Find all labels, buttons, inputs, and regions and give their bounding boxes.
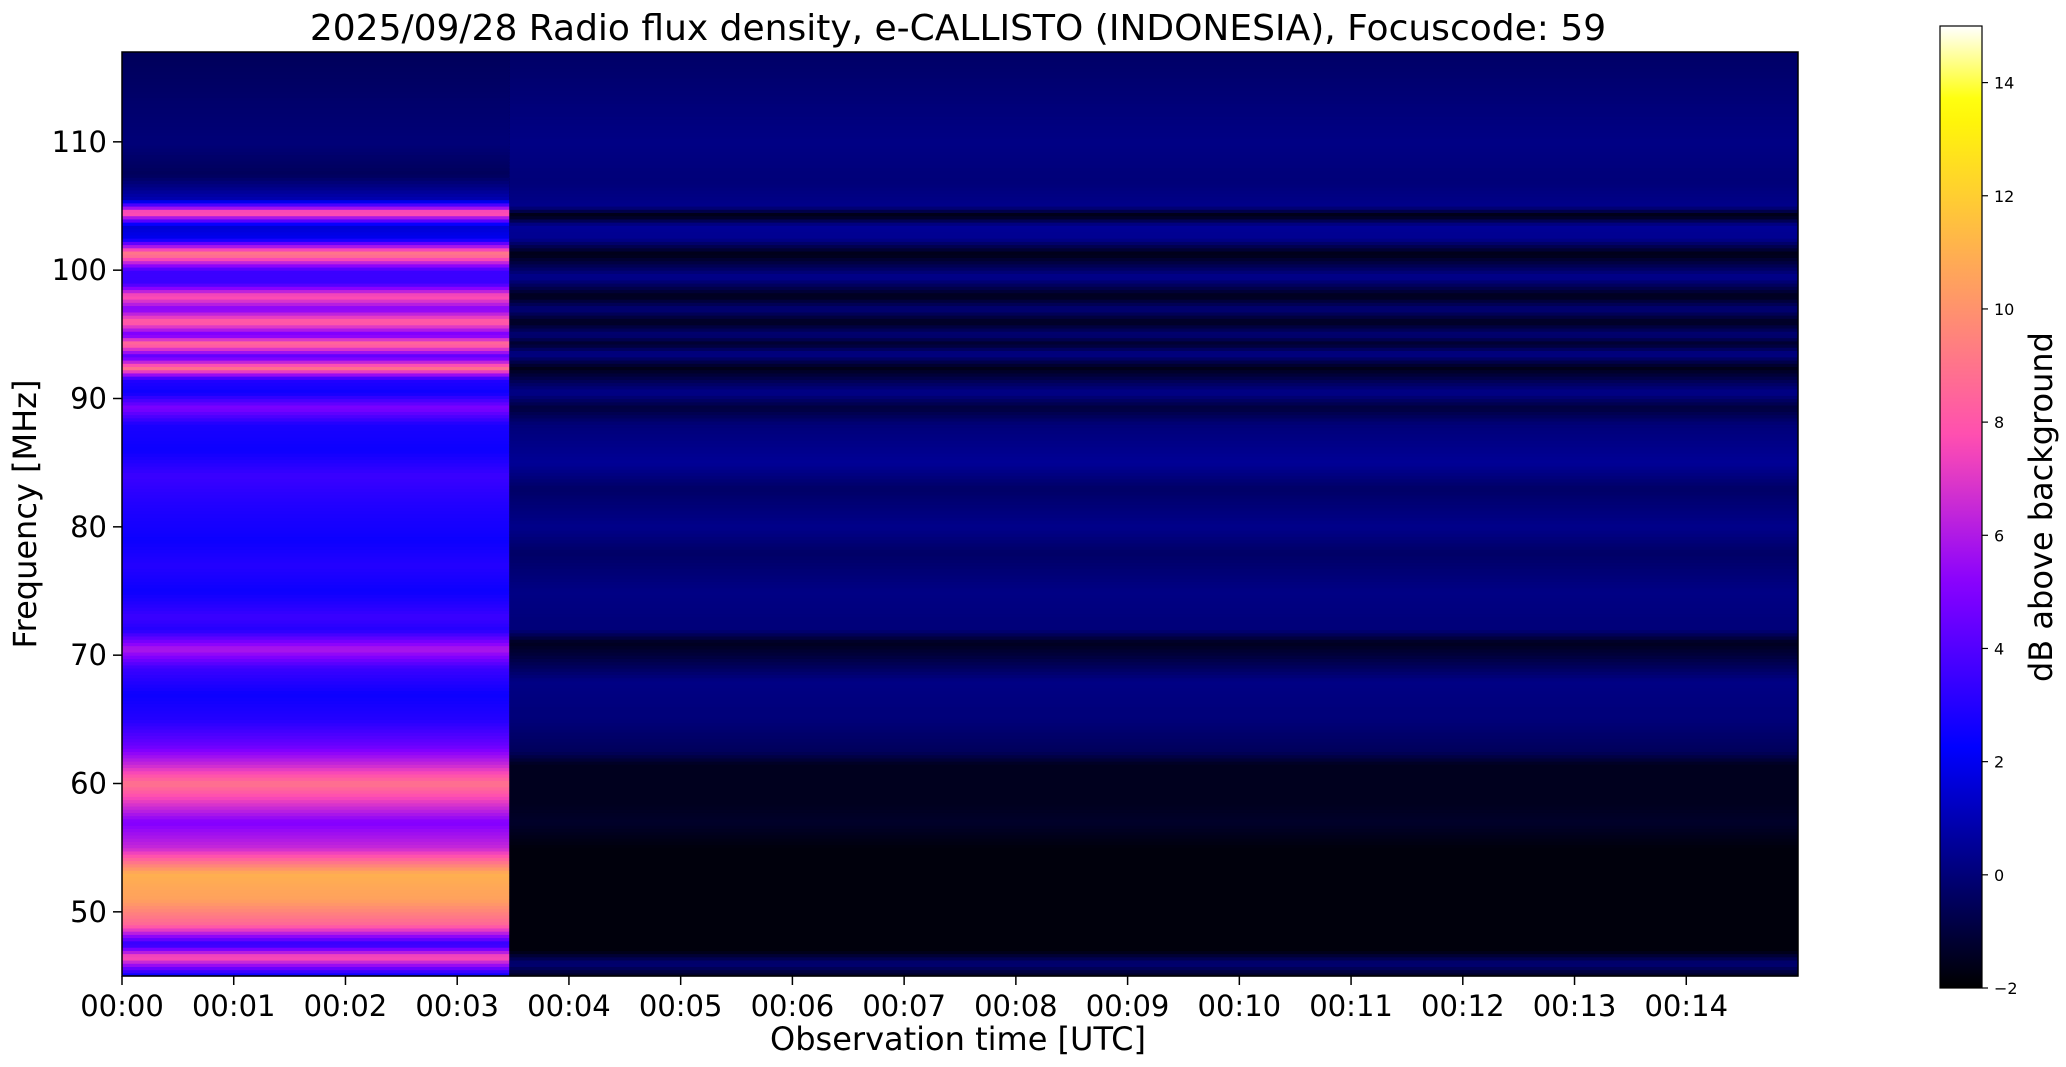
colorbar-fill	[1940, 26, 1982, 988]
y-tick-label: 50	[70, 895, 107, 929]
y-axis-ticks: 50 60 70 80 90 100 110	[52, 125, 122, 929]
chart-title: 2025/09/28 Radio flux density, e-CALLIST…	[310, 8, 1606, 49]
x-tick-label: 00:11	[1309, 989, 1393, 1023]
y-tick-label: 90	[70, 382, 107, 416]
y-tick-label: 60	[70, 767, 107, 801]
colorbar-tick-label: 10	[1994, 300, 2014, 319]
x-tick-label: 00:10	[1198, 989, 1282, 1023]
colorbar-tick-label: 6	[1994, 526, 2004, 545]
x-axis-ticks: 00:00 00:01 00:02 00:03 00:04 00:05 00:06 00:07…	[80, 976, 1728, 1023]
colorbar-tick-label: 8	[1994, 413, 2004, 432]
x-tick-label: 00:08	[974, 989, 1058, 1023]
x-axis-label: Observation time [UTC]	[770, 1020, 1146, 1058]
x-tick-label: 00:12	[1421, 989, 1505, 1023]
colorbar-tick-label: 14	[1994, 74, 2014, 93]
x-tick-label: 00:03	[415, 989, 499, 1023]
x-tick-label: 00:00	[80, 989, 164, 1023]
x-tick-label: 00:05	[639, 989, 723, 1023]
x-tick-label: 00:07	[862, 989, 946, 1023]
spectrogram-figure: 2025/09/28 Radio flux density, e-CALLIST…	[6, 8, 2060, 1058]
x-tick-label: 00:04	[527, 989, 611, 1023]
y-tick-label: 100	[52, 253, 107, 287]
x-tick-label: 00:13	[1533, 989, 1617, 1023]
y-tick-label: 70	[70, 638, 107, 672]
y-tick-label: 80	[70, 510, 107, 544]
x-tick-label: 00:09	[1086, 989, 1170, 1023]
colorbar: −2 0 2 4 6 8 10 12 14 dB above background	[1939, 25, 2060, 998]
x-tick-label: 00:06	[751, 989, 835, 1023]
colorbar-label: dB above background	[2022, 332, 2060, 682]
colorbar-tick-label: 12	[1994, 187, 2014, 206]
colorbar-tick-label: 2	[1994, 753, 2004, 772]
colorbar-tick-label: 0	[1994, 866, 2004, 885]
y-axis-label: Frequency [MHz]	[6, 380, 44, 649]
y-tick-label: 110	[52, 125, 107, 159]
x-tick-label: 00:01	[192, 989, 276, 1023]
heatmap-cells	[122, 52, 1799, 977]
x-tick-label: 00:14	[1644, 989, 1728, 1023]
colorbar-tick-label: −2	[1994, 979, 2018, 998]
colorbar-ticks: −2 0 2 4 6 8 10 12 14	[1982, 74, 2018, 998]
plot-area	[121, 51, 1799, 977]
colorbar-tick-label: 4	[1994, 639, 2004, 658]
x-tick-label: 00:02	[304, 989, 388, 1023]
